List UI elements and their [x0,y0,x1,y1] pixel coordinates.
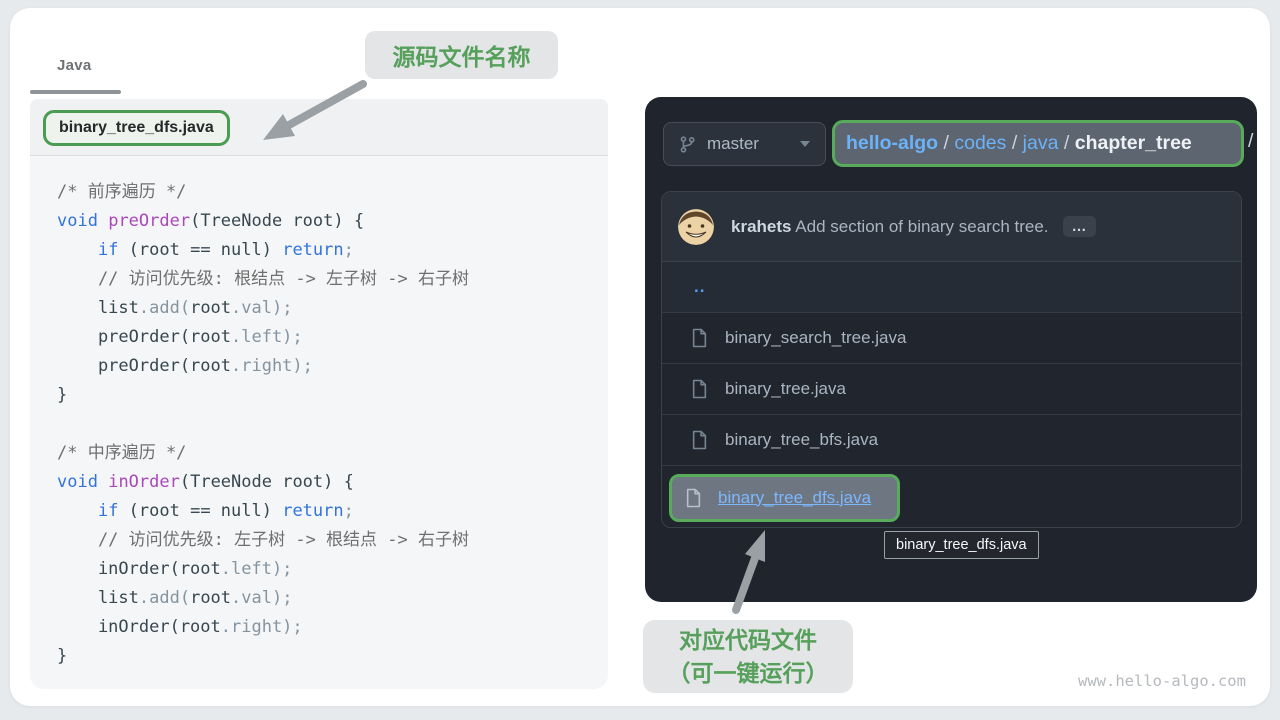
file-row[interactable]: binary_tree_bfs.java [662,415,1241,466]
github-panel: master hello-algo / codes / java / chapt… [645,97,1257,602]
file-name[interactable]: binary_search_tree.java [725,328,906,348]
branch-name: master [707,134,759,154]
highlighted-file-link[interactable]: binary_tree_dfs.java [718,488,871,508]
annotation-bottom-line2: （可一键运行） [668,657,829,690]
parent-directory-row[interactable]: .. [662,262,1241,313]
parent-directory-link[interactable]: .. [694,277,705,297]
commit-message-text: Add section of binary search tree. [795,217,1048,236]
annotation-top-text: 源码文件名称 [393,38,531,72]
tab-underline [30,90,121,94]
source-filename-box: binary_tree_dfs.java [43,110,230,146]
code-block: /* 前序遍历 */void preOrder(TreeNode root) {… [57,178,469,671]
file-icon [685,488,702,508]
latest-commit-bar: krahets Add section of binary search tre… [662,192,1241,262]
code-panel: binary_tree_dfs.java /* 前序遍历 */void preO… [30,99,608,689]
watermark: www.hello-algo.com [1078,672,1246,690]
annotation-bottom-line1: 对应代码文件 [679,624,817,657]
annotation-source-filename-label: 源码文件名称 [365,31,558,79]
tab-java[interactable]: Java [57,57,92,74]
breadcrumb-segment-chapter_tree: chapter_tree [1075,132,1192,154]
file-name[interactable]: binary_tree.java [725,379,846,399]
file-row-highlighted[interactable]: binary_tree_dfs.java [662,466,1241,528]
code-panel-header: binary_tree_dfs.java [30,99,608,156]
link-tooltip: binary_tree_dfs.java [884,531,1039,559]
commit-author-link[interactable]: krahets [731,217,791,236]
breadcrumb-separator: / [938,132,954,154]
file-listing: krahets Add section of binary search tre… [661,191,1242,528]
file-row[interactable]: binary_tree.java [662,364,1241,415]
breadcrumb-separator: / [1006,132,1022,154]
breadcrumb-separator: / [1058,132,1074,154]
breadcrumb-segment-java[interactable]: java [1023,132,1059,154]
file-name[interactable]: binary_tree_bfs.java [725,430,878,450]
highlighted-file-box: binary_tree_dfs.java [669,474,900,522]
commit-more-button[interactable]: … [1063,216,1096,237]
git-branch-icon [679,136,696,153]
breadcrumb-trailing-slash: / [1248,130,1253,153]
file-icon [691,328,708,348]
file-icon [691,430,708,450]
annotation-code-file-label: 对应代码文件 （可一键运行） [643,620,853,693]
commit-message: krahets Add section of binary search tre… [731,217,1049,237]
breadcrumb-segment-codes[interactable]: codes [954,132,1006,154]
breadcrumb-segment-hello-algo[interactable]: hello-algo [846,132,938,154]
branch-selector-button[interactable]: master [663,122,826,166]
chevron-down-icon [800,141,810,147]
breadcrumb-highlight-box: hello-algo / codes / java / chapter_tree [832,120,1244,167]
source-filename: binary_tree_dfs.java [59,119,214,137]
file-icon [691,379,708,399]
avatar[interactable] [678,209,714,245]
file-row[interactable]: binary_search_tree.java [662,313,1241,364]
breadcrumb: hello-algo / codes / java / chapter_tree [846,132,1192,155]
